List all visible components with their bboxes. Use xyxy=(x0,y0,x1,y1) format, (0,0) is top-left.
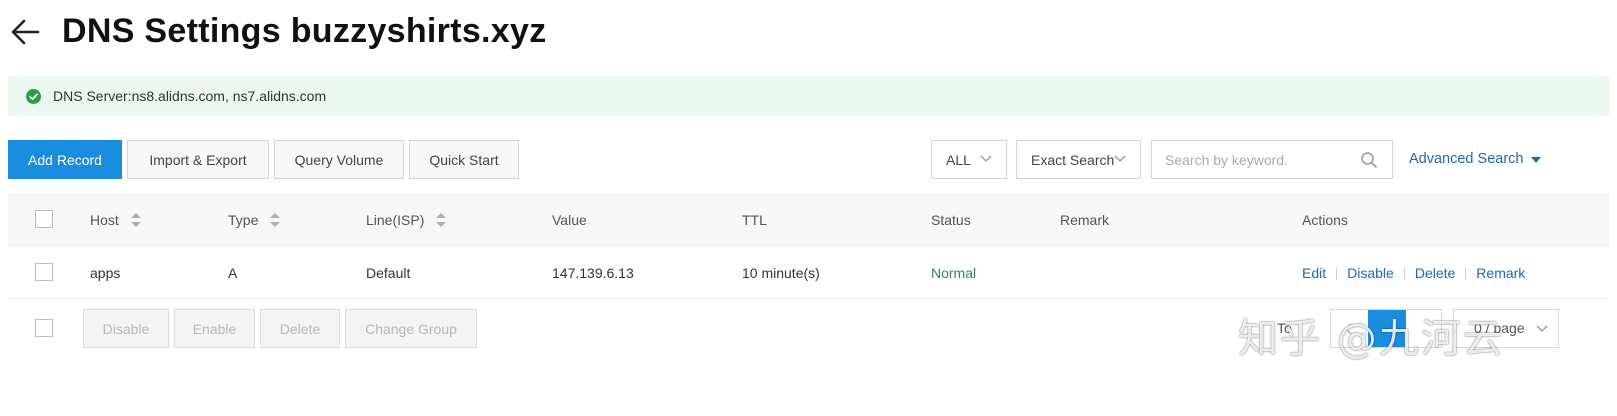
divider xyxy=(1336,268,1338,281)
row-actions: Edit Disable Delete Remark xyxy=(1302,265,1525,281)
divider xyxy=(1465,268,1467,281)
advanced-search-label: Advanced Search xyxy=(1409,151,1524,167)
table-row: apps A Default 147.139.6.13 10 minute(s)… xyxy=(8,247,1609,299)
edit-link[interactable]: Edit xyxy=(1302,265,1326,281)
bulk-enable-button[interactable]: Enable xyxy=(174,309,255,348)
search-input[interactable] xyxy=(1152,141,1352,178)
column-type-label: Type xyxy=(228,212,259,228)
sort-icon[interactable] xyxy=(130,213,141,228)
dns-server-text: DNS Server:ns8.alidns.com, ns7.alidns.co… xyxy=(53,88,327,104)
sort-icon[interactable] xyxy=(436,213,447,228)
column-status: Status xyxy=(931,212,971,228)
chevron-down-icon xyxy=(1536,325,1548,332)
disable-link[interactable]: Disable xyxy=(1347,265,1394,281)
sort-icon[interactable] xyxy=(270,213,281,228)
search-icon[interactable] xyxy=(1360,151,1378,169)
chevron-down-icon xyxy=(980,155,992,162)
cell-line: Default xyxy=(366,265,411,281)
column-value: Value xyxy=(552,212,587,228)
bulk-select-checkbox[interactable] xyxy=(35,319,53,337)
query-volume-button[interactable]: Query Volume xyxy=(274,140,404,179)
bulk-delete-button[interactable]: Delete xyxy=(260,309,340,348)
dns-server-notice: DNS Server:ns8.alidns.com, ns7.alidns.co… xyxy=(8,76,1609,116)
record-type-select[interactable]: ALL xyxy=(931,140,1007,179)
pagination-total: To xyxy=(1277,320,1292,336)
column-actions: Actions xyxy=(1302,212,1348,228)
delete-link[interactable]: Delete xyxy=(1415,265,1455,281)
add-record-button[interactable]: Add Record xyxy=(8,140,122,179)
status-badge: Normal xyxy=(931,265,977,281)
bulk-disable-button[interactable]: Disable xyxy=(83,309,169,348)
table-header: Host Type Line(ISP) Value TTL Status Rem… xyxy=(8,193,1609,246)
import-export-button[interactable]: Import & Export xyxy=(127,140,269,179)
column-line-label: Line(ISP) xyxy=(366,212,425,228)
column-ttl: TTL xyxy=(742,212,767,228)
keyword-search xyxy=(1151,140,1393,179)
back-arrow-icon[interactable] xyxy=(8,14,44,50)
caret-down-icon xyxy=(1531,157,1542,163)
chevron-left-icon[interactable] xyxy=(1345,323,1353,335)
page-title: DNS Settings buzzyshirts.xyz xyxy=(62,12,547,50)
page-size-value: 0 / page xyxy=(1474,320,1525,336)
chevron-down-icon xyxy=(1114,155,1126,162)
page-header: DNS Settings buzzyshirts.xyz xyxy=(0,0,1617,70)
record-type-value: ALL xyxy=(946,151,971,168)
cell-value: 147.139.6.13 xyxy=(552,265,634,281)
select-all-checkbox[interactable] xyxy=(35,210,53,228)
current-page-button[interactable] xyxy=(1368,310,1406,347)
divider xyxy=(1403,268,1405,281)
column-line[interactable]: Line(ISP) xyxy=(366,212,447,228)
column-type[interactable]: Type xyxy=(228,212,281,228)
row-checkbox[interactable] xyxy=(35,263,53,281)
quick-start-button[interactable]: Quick Start xyxy=(409,140,519,179)
search-mode-select[interactable]: Exact Search xyxy=(1016,140,1141,179)
check-circle-icon xyxy=(26,89,41,104)
page-size-select[interactable]: 0 / page xyxy=(1453,309,1559,348)
column-host[interactable]: Host xyxy=(90,212,141,228)
column-host-label: Host xyxy=(90,212,119,228)
advanced-search-link[interactable]: Advanced Search xyxy=(1409,151,1542,167)
bulk-change-group-button[interactable]: Change Group xyxy=(345,309,477,348)
pagination-pages xyxy=(1330,309,1442,348)
column-remark: Remark xyxy=(1060,212,1110,228)
cell-ttl: 10 minute(s) xyxy=(742,265,820,281)
cell-type: A xyxy=(228,265,238,281)
search-mode-value: Exact Search xyxy=(1031,151,1115,168)
cell-host: apps xyxy=(90,265,121,281)
remark-link[interactable]: Remark xyxy=(1476,265,1525,281)
